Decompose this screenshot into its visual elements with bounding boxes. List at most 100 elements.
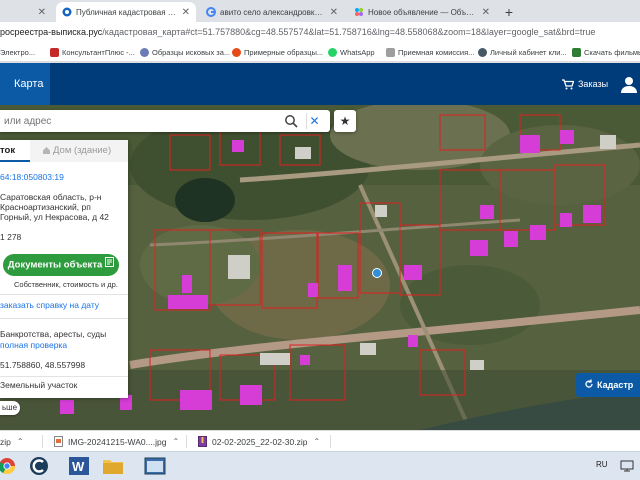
- tab-title: Новое объявление — Объявления: [368, 7, 478, 17]
- language-indicator[interactable]: RU: [596, 460, 608, 469]
- bookmark-item[interactable]: Приемная комиссия...: [386, 45, 474, 59]
- browser-tab-active[interactable]: Публичная кадастровая карта 2024 ✕: [56, 2, 196, 22]
- tab-title: Публичная кадастровая карта 2024: [76, 7, 178, 17]
- image-file-icon: [54, 436, 63, 447]
- divider: [0, 376, 128, 377]
- documents-button[interactable]: Документы объекта: [3, 254, 119, 276]
- coordinates: 51.758860, 48.557998: [0, 360, 86, 370]
- bookmark-item[interactable]: Образцы исковых за...: [140, 45, 230, 59]
- consultant-icon: [50, 47, 59, 57]
- download-label: IMG-20241215-WA0....jpg: [68, 436, 167, 447]
- bookmark-item[interactable]: Примерные образцы...: [232, 45, 323, 59]
- tab-plot[interactable]: ток: [0, 140, 30, 162]
- bookmark-item[interactable]: Личный кабинет кли...: [478, 45, 567, 59]
- search-input[interactable]: [4, 112, 274, 130]
- bookmark-label: КонсультантПлюс -...: [62, 47, 135, 57]
- bookmark-item[interactable]: WhatsApp: [328, 45, 375, 59]
- close-tab-icon[interactable]: ✕: [482, 7, 490, 18]
- bookmark-icon: [478, 47, 487, 57]
- zip-icon: [198, 436, 207, 447]
- new-tab-button[interactable]: +: [500, 3, 518, 21]
- refresh-icon: [584, 374, 594, 397]
- bookmark-label: Личный кабинет кли...: [490, 47, 567, 57]
- app-window-icon[interactable]: [142, 454, 168, 478]
- search-icon[interactable]: [284, 114, 298, 128]
- close-tab-icon[interactable]: ✕: [182, 7, 190, 18]
- location-marker[interactable]: [372, 268, 382, 278]
- download-item[interactable]: zip ⌃: [0, 434, 24, 449]
- network-icon[interactable]: [620, 460, 634, 472]
- divider: [186, 435, 187, 448]
- cadastre-layer-button[interactable]: Кадастр: [576, 373, 640, 397]
- screen: ✕ Публичная кадастровая карта 2024 ✕ ави…: [0, 0, 640, 480]
- object-type: Земельный участок: [0, 380, 78, 390]
- bookmark-label: WhatsApp: [340, 47, 375, 57]
- bookmark-item[interactable]: Скачать фильмы: [572, 45, 640, 59]
- svg-text:W: W: [72, 459, 85, 474]
- close-tab-icon[interactable]: ✕: [330, 7, 338, 18]
- map-search-box: ✕: [0, 110, 330, 132]
- collapse-panel-button[interactable]: ьше: [0, 401, 20, 415]
- bookmark-label: Примерные образцы...: [244, 47, 324, 57]
- ccleaner-icon[interactable]: [26, 454, 52, 478]
- cart-icon: [562, 78, 574, 89]
- address-bar[interactable]: росреестра-выписка.рус/кадастровая_карта…: [0, 22, 640, 42]
- url-host: росреестра-выписка.рус: [0, 27, 103, 37]
- browser-tab-3[interactable]: авито село александровка никиф ✕: [200, 2, 344, 22]
- divider: [0, 294, 128, 295]
- cadastre-button-label: Кадастр: [597, 380, 634, 390]
- close-tab-icon[interactable]: ✕: [38, 7, 46, 18]
- bookmark-icon: [232, 47, 241, 57]
- tab-house[interactable]: Дом (здание): [30, 140, 128, 162]
- whatsapp-icon: [328, 47, 337, 57]
- browser-tab-4[interactable]: Новое объявление — Объявления ✕: [348, 2, 496, 22]
- windows-taskbar: W RU: [0, 451, 640, 480]
- url-path: /кадастровая_карта#ct=51.757880&cg=48.55…: [102, 27, 596, 37]
- file-explorer-icon[interactable]: [100, 454, 126, 478]
- site-header: Карта Заказы: [0, 63, 640, 105]
- bookmark-icon: [140, 47, 149, 57]
- divider: [330, 435, 331, 448]
- chevron-down-icon[interactable]: ⌃: [172, 437, 179, 446]
- chevron-down-icon[interactable]: ⌃: [313, 437, 320, 446]
- bookmarks-bar: Электро... КонсультантПлюс -... Образцы …: [0, 42, 640, 62]
- tab-house-label: Дом (здание): [53, 145, 112, 156]
- browser-tab-1[interactable]: ✕: [0, 2, 52, 22]
- bookmark-label: Скачать фильмы: [584, 47, 640, 57]
- favorites-star-button[interactable]: ★: [334, 110, 356, 132]
- orders-label: Заказы: [578, 79, 609, 89]
- order-certificate-link[interactable]: заказать справку на дату: [0, 300, 99, 311]
- user-icon[interactable]: [620, 75, 638, 93]
- chrome-icon[interactable]: [0, 454, 20, 478]
- documents-button-label: Документы объекта: [7, 259, 103, 271]
- documents-caption: Собственник, стоимость и др.: [14, 280, 118, 289]
- chevron-down-icon[interactable]: ⌃: [17, 437, 24, 446]
- nav-map[interactable]: Карта: [0, 63, 50, 105]
- cadastral-number[interactable]: 64:18:050803:19: [0, 172, 64, 183]
- download-label: 02-02-2025_22-02-30.zip: [212, 436, 308, 447]
- bookmark-item[interactable]: Электро...: [0, 45, 35, 59]
- bookmark-label: Образцы исковых за...: [152, 47, 231, 57]
- bookmark-icon: [386, 47, 395, 57]
- bookmark-label: Электро...: [0, 47, 36, 57]
- avito-icon: [354, 7, 364, 17]
- divider: [0, 318, 128, 319]
- area-value: 1 278: [0, 232, 22, 242]
- address-line: Горный, ул Некрасова, д 42: [0, 212, 109, 222]
- downloads-bar: zip ⌃ IMG-20241215-WA0....jpg ⌃ 02-02-2025…: [0, 430, 640, 451]
- orders-button[interactable]: Заказы: [562, 63, 608, 105]
- full-check-link[interactable]: полная проверка: [0, 340, 67, 351]
- bookmark-item[interactable]: КонсультантПлюс -...: [50, 45, 135, 59]
- bookmark-label: Приемная комиссия...: [398, 47, 475, 57]
- divider: [42, 435, 43, 448]
- bookmark-icon: [572, 47, 581, 57]
- download-item[interactable]: IMG-20241215-WA0....jpg ⌃: [54, 434, 179, 449]
- download-item[interactable]: 02-02-2025_22-02-30.zip ⌃: [198, 434, 320, 449]
- browser-tab-strip: ✕ Публичная кадастровая карта 2024 ✕ ави…: [0, 0, 640, 22]
- rosreestr-icon: [62, 7, 72, 17]
- url-field[interactable]: росреестра-выписка.рус/кадастровая_карта…: [0, 24, 640, 40]
- word-icon[interactable]: W: [66, 454, 92, 478]
- google-icon: [206, 7, 216, 17]
- bankruptcy-text: Банкротства, аресты, суды: [0, 329, 107, 339]
- clear-icon[interactable]: ✕: [306, 113, 322, 129]
